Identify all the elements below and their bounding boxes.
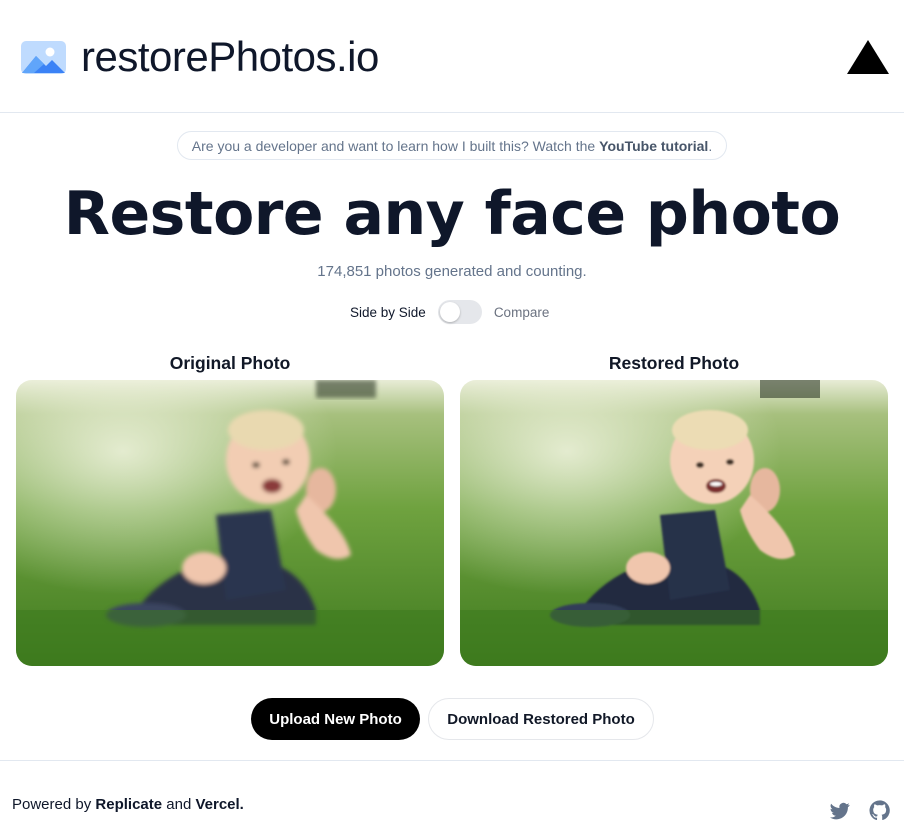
original-photo-image: [16, 380, 444, 666]
view-toggle: Side by Side Compare: [350, 300, 549, 324]
compare-label[interactable]: Compare: [494, 305, 550, 320]
original-photo: [16, 380, 444, 666]
photos-counter: 174,851 photos generated and counting.: [317, 263, 587, 280]
twitter-icon[interactable]: [830, 801, 850, 821]
compare-switch[interactable]: [437, 300, 482, 324]
upload-new-photo-button[interactable]: Upload New Photo: [251, 698, 420, 740]
tutorial-banner[interactable]: Are you a developer and want to learn ho…: [177, 131, 727, 160]
vercel-link[interactable]: Vercel.: [195, 796, 243, 813]
powered-by-text: Powered by Replicate and Vercel.: [12, 796, 244, 813]
youtube-tutorial-link[interactable]: YouTube tutorial: [599, 138, 708, 154]
github-icon[interactable]: [869, 800, 890, 821]
side-by-side-label[interactable]: Side by Side: [350, 305, 426, 320]
restored-photo-image: [460, 380, 888, 666]
original-photo-heading: Original Photo: [169, 353, 291, 373]
photo-icon: [21, 40, 66, 74]
banner-suffix: .: [708, 137, 713, 154]
restored-photo-heading: Restored Photo: [608, 353, 740, 373]
home-logo-link[interactable]: restorePhotos.io: [20, 34, 379, 80]
restored-photo: [460, 380, 888, 666]
vercel-triangle-icon: [847, 40, 889, 74]
and-label: and: [166, 796, 192, 813]
powered-by-label: Powered by: [12, 796, 92, 813]
site-footer: Powered by Replicate and Vercel.: [0, 760, 904, 832]
restored-photo-panel: Restored Photo: [460, 352, 888, 666]
vercel-deploy-link[interactable]: [847, 40, 889, 74]
page-title: Restore any face photo: [63, 179, 841, 249]
site-header: restorePhotos.io: [0, 0, 904, 113]
original-photo-panel: Original Photo: [16, 352, 444, 666]
site-name: restorePhotos.io: [81, 33, 379, 80]
switch-knob: [439, 302, 460, 322]
download-restored-photo-button[interactable]: Download Restored Photo: [428, 698, 654, 740]
replicate-link[interactable]: Replicate: [95, 796, 162, 813]
banner-text: Are you a developer and want to learn ho…: [191, 137, 596, 154]
